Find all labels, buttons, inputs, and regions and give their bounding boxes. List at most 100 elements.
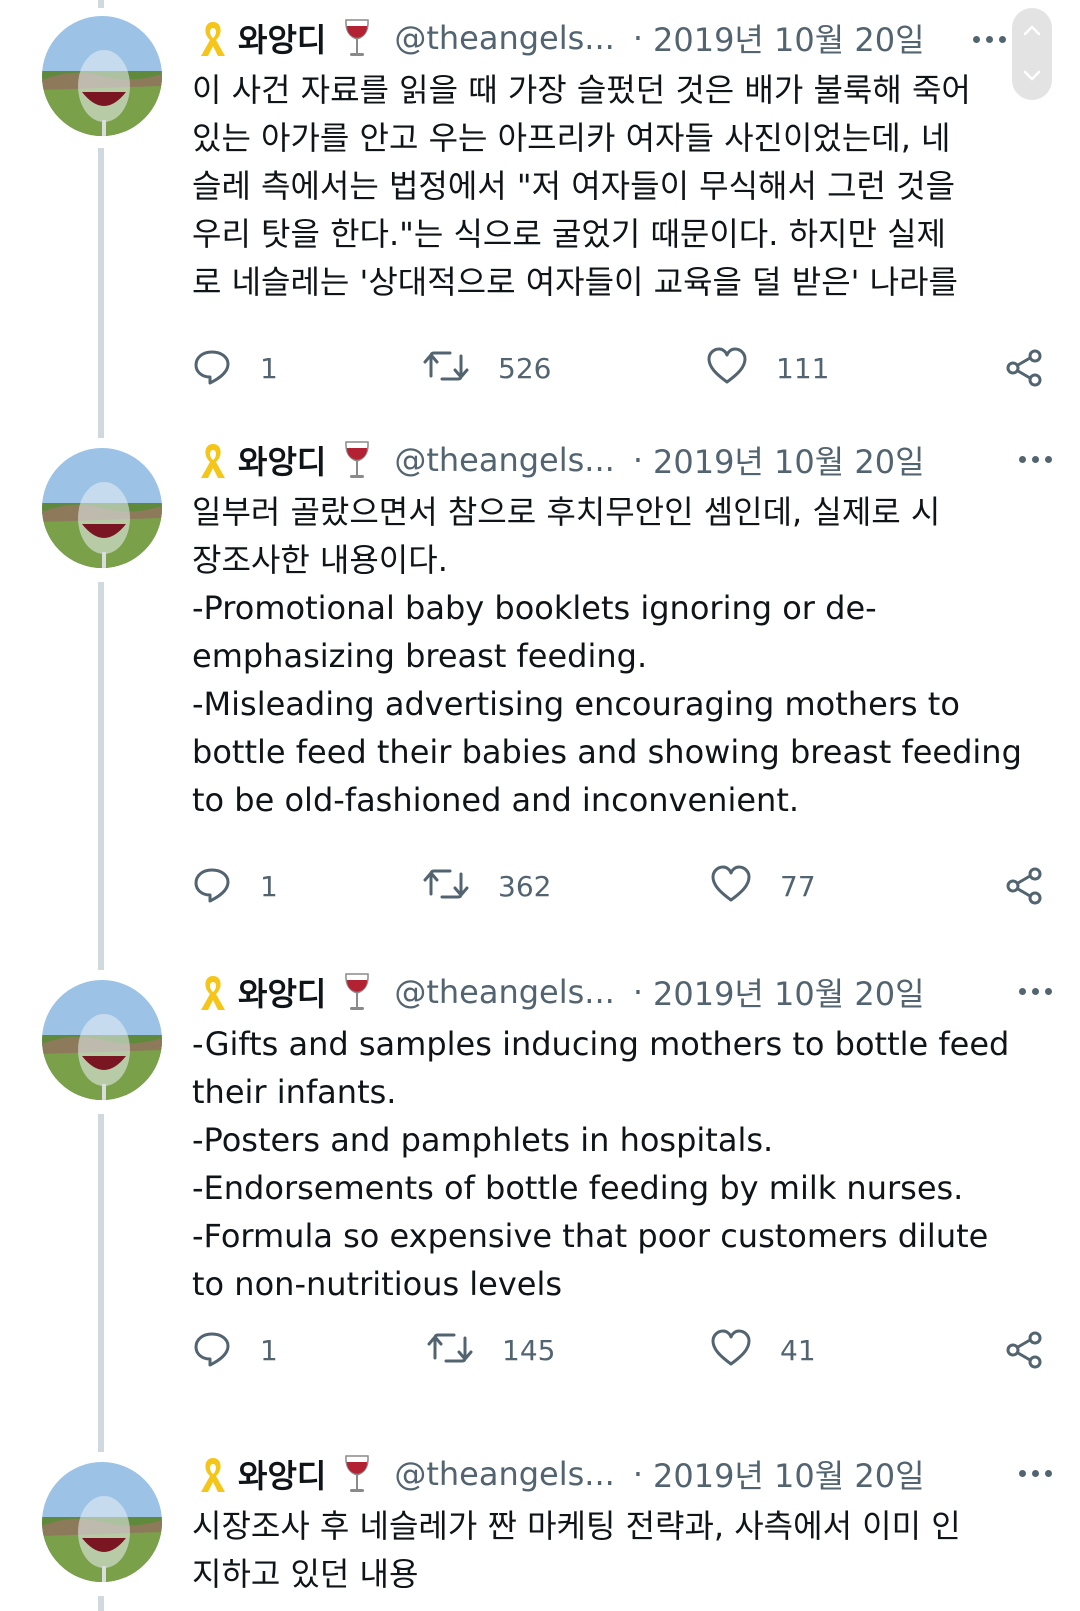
share-button[interactable] [1004,348,1044,392]
reply-icon [192,864,232,908]
scroll-control[interactable] [1012,8,1052,100]
tweet-text-line: bottle feed their babies and showing bre… [192,733,1022,771]
separator-dot: · [632,1455,643,1493]
tweet-text-line: 로 네슬레는 '상대적으로 여자들이 교육을 덜 받은' 나라를 [192,263,958,301]
like-icon [710,864,752,908]
ribbon-icon [198,972,228,1012]
tweet-text-line: 지하고 있던 내용 [192,1555,419,1593]
tweet-text-line: 있는 아가를 안고 우는 아프리카 여자들 사진이었는데, 네 [192,119,951,157]
author-handle[interactable]: @theangels... [394,441,614,479]
tweet-text: 일부러 골랐으면서 참으로 후치무안인 셈인데, 실제로 시 장조사한 내용이다… [192,488,1048,824]
like-icon [706,346,748,390]
retweet-button[interactable]: 526 [422,344,551,392]
tweet-header: 와앙디 @theangels... · 2019년 10월 20일 [198,14,1040,62]
separator-dot: · [632,19,643,57]
author-name[interactable]: 와앙디 [238,1451,326,1497]
separator-dot: · [632,973,643,1011]
tweet-text-line: 슬레 측에서는 법정에서 "저 여자들이 무식해서 그런 것을 [192,167,956,205]
reply-count: 1 [260,351,278,385]
wine-glass-icon [342,17,372,59]
like-button[interactable]: 111 [706,344,829,392]
tweet-text-line: 우리 탓을 한다."는 식으로 굴었기 때문이다. 하지만 실제 [192,215,946,253]
avatar[interactable] [42,448,162,568]
author-name[interactable]: 와앙디 [238,437,326,483]
reply-count: 1 [260,1333,278,1367]
more-icon[interactable] [973,36,1006,43]
tweet-text-line: 장조사한 내용이다. [192,541,448,579]
tweet-header: 와앙디 @theangels... · 2019년 10월 20일 [198,968,1040,1016]
retweet-count: 145 [502,1333,556,1367]
retweet-count: 526 [498,351,552,385]
tweet-actions: 1 145 41 [192,1326,1044,1374]
retweet-icon [422,864,470,908]
tweet[interactable]: 와앙디 @theangels... · 2019년 10월 20일 일부러 골랐… [0,436,1080,956]
retweet-button[interactable]: 145 [426,1326,555,1374]
avatar[interactable] [42,16,162,136]
reply-icon [192,346,232,390]
share-button[interactable] [1004,866,1044,910]
more-icon[interactable] [1019,1470,1052,1477]
ribbon-icon [198,440,228,480]
ribbon-icon [198,1454,228,1494]
more-icon[interactable] [1019,456,1052,463]
tweet-thread: 와앙디 @theangels... · 2019년 10월 20일 이 사건 자… [0,0,1080,1611]
retweet-icon [422,346,470,390]
tweet-text-line: 시장조사 후 네슬레가 짠 마케팅 전략과, 사측에서 이미 인 [192,1507,961,1545]
author-handle[interactable]: @theangels... [394,1455,614,1493]
ribbon-icon [198,18,228,58]
tweet-text-line: -Endorsements of bottle feeding by milk … [192,1169,964,1207]
tweet-header: 와앙디 @theangels... · 2019년 10월 20일 [198,436,1040,484]
share-icon [1004,349,1044,392]
tweet-actions: 1 362 77 [192,862,1044,910]
like-button[interactable]: 77 [710,862,816,910]
author-name[interactable]: 와앙디 [238,969,326,1015]
tweet-text-line: -Formula so expensive that poor customer… [192,1217,989,1255]
share-icon [1004,867,1044,910]
more-icon[interactable] [1019,988,1052,995]
retweet-icon [426,1328,474,1372]
tweet-text-line: -Posters and pamphlets in hospitals. [192,1121,774,1159]
reply-button[interactable]: 1 [192,862,278,910]
tweet-text: 시장조사 후 네슬레가 짠 마케팅 전략과, 사측에서 이미 인 지하고 있던 … [192,1502,1048,1598]
author-handle[interactable]: @theangels... [394,973,614,1011]
author-handle[interactable]: @theangels... [394,19,614,57]
separator-dot: · [632,441,643,479]
tweet[interactable]: 와앙디 @theangels... · 2019년 10월 20일 이 사건 자… [0,0,1080,430]
reply-button[interactable]: 1 [192,1326,278,1374]
like-icon [710,1328,752,1372]
tweet-text-line: 일부러 골랐으면서 참으로 후치무안인 셈인데, 실제로 시 [192,493,941,531]
author-name[interactable]: 와앙디 [238,15,326,61]
chevron-up-icon[interactable] [1022,22,1042,41]
tweet-text-line: 이 사건 자료를 읽을 때 가장 슬펐던 것은 배가 불룩해 죽어 [192,71,971,109]
wine-glass-icon [342,971,372,1013]
like-count: 111 [776,351,830,385]
like-count: 41 [780,1333,816,1367]
tweet-text-line: their infants. [192,1073,397,1111]
tweet-text-line: to be old-fashioned and inconvenient. [192,781,800,819]
avatar[interactable] [42,1462,162,1582]
retweet-button[interactable]: 362 [422,862,551,910]
like-button[interactable]: 41 [710,1326,816,1374]
reply-icon [192,1328,232,1372]
chevron-down-icon[interactable] [1022,68,1042,87]
tweet-date[interactable]: 2019년 10월 20일 [653,15,925,61]
tweet-date[interactable]: 2019년 10월 20일 [653,969,925,1015]
share-button[interactable] [1004,1330,1044,1374]
tweet-text-line: to non-nutritious levels [192,1265,563,1303]
tweet-text-line: emphasizing breast feeding. [192,637,648,675]
share-icon [1004,1331,1044,1374]
avatar[interactable] [42,980,162,1100]
tweet-date[interactable]: 2019년 10월 20일 [653,437,925,483]
tweet[interactable]: 와앙디 @theangels... · 2019년 10월 20일 시장조사 후… [0,1450,1080,1611]
wine-glass-icon [342,1453,372,1495]
tweet-text: 이 사건 자료를 읽을 때 가장 슬펐던 것은 배가 불룩해 죽어 있는 아가를… [192,66,1048,306]
tweet-text-line: -Gifts and samples inducing mothers to b… [192,1025,1010,1063]
tweet-date[interactable]: 2019년 10월 20일 [653,1451,925,1497]
tweet-text-line: -Promotional baby booklets ignoring or d… [192,589,877,627]
reply-button[interactable]: 1 [192,344,278,392]
tweet-text-line: -Misleading advertising encouraging moth… [192,685,960,723]
tweet-header: 와앙디 @theangels... · 2019년 10월 20일 [198,1450,1040,1498]
reply-count: 1 [260,869,278,903]
tweet[interactable]: 와앙디 @theangels... · 2019년 10월 20일 -Gifts… [0,968,1080,1438]
like-count: 77 [780,869,816,903]
